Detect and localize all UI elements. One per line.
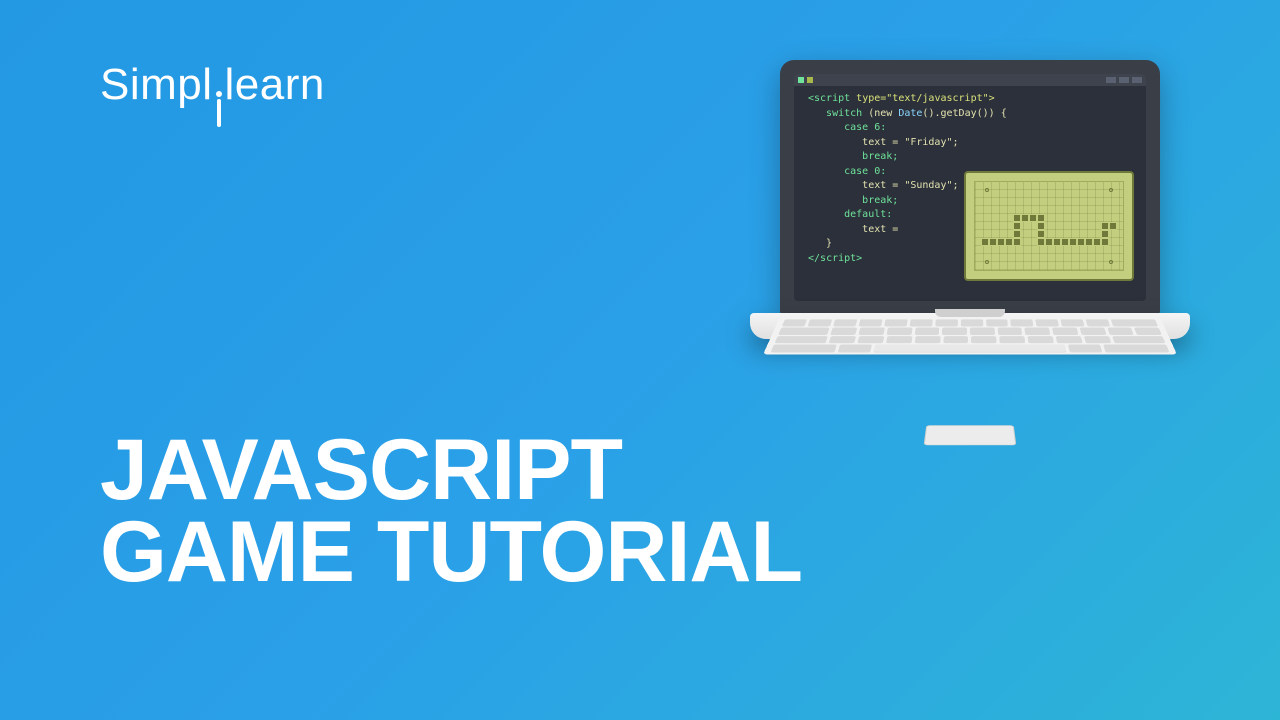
laptop-screen: <script type="text/javascript"> switch (… xyxy=(794,74,1146,301)
laptop-base xyxy=(750,313,1190,423)
laptop-illustration: <script type="text/javascript"> switch (… xyxy=(750,60,1190,423)
window-controls-right xyxy=(1106,77,1142,83)
logo-text-1: Simpl xyxy=(100,60,213,110)
editor-titlebar xyxy=(794,74,1146,86)
brand-logo: Simpl learn xyxy=(100,60,325,129)
main-title: JAVASCRIPT GAME TUTORIAL xyxy=(100,430,802,593)
laptop-keyboard xyxy=(763,317,1177,354)
title-line-2: GAME TUTORIAL xyxy=(100,512,802,594)
laptop-trackpad xyxy=(924,425,1017,445)
window-controls-left xyxy=(798,77,813,83)
snake-game-panel xyxy=(964,171,1134,281)
title-line-1: JAVASCRIPT xyxy=(100,430,802,512)
logo-separator-icon xyxy=(216,91,222,127)
laptop-lid: <script type="text/javascript"> switch (… xyxy=(780,60,1160,315)
snake-game-grid xyxy=(974,181,1124,271)
logo-text-2: learn xyxy=(225,60,325,110)
